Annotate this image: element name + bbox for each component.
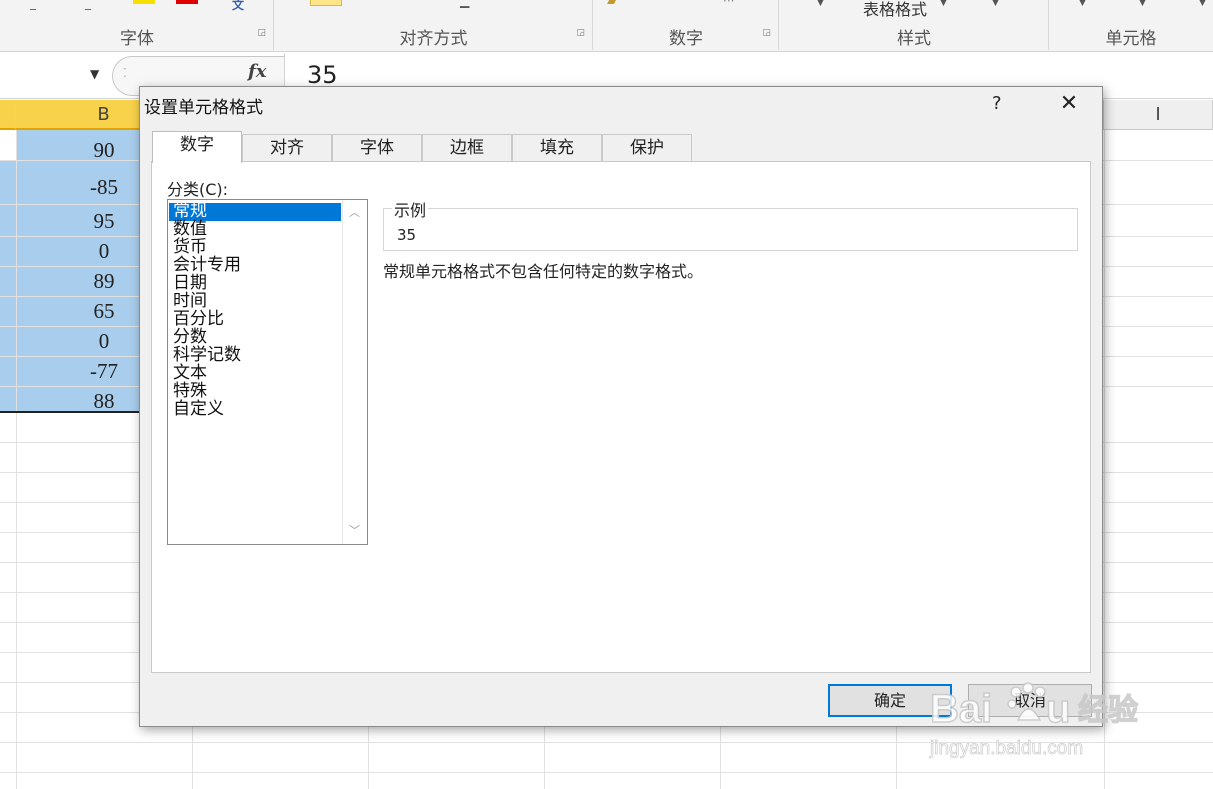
phonetic-icon[interactable]: 文 <box>232 0 244 13</box>
selection-range-a <box>0 160 16 412</box>
underline-icon[interactable]: _ <box>30 0 36 10</box>
help-button[interactable]: ? <box>992 93 1002 114</box>
sample-box <box>383 208 1078 251</box>
category-scrollbar[interactable]: ︿ ﹀ <box>342 200 367 544</box>
category-label: 分类(C): <box>167 180 229 199</box>
dialog-launcher-icon[interactable]: ◲ <box>257 28 266 38</box>
watermark: Bai u 经验 jingyan.baidu.com <box>928 678 1168 768</box>
chevron-down-icon[interactable]: ▼ <box>1139 0 1146 8</box>
format-description: 常规单元格格式不包含任何特定的数字格式。 <box>383 262 704 281</box>
tab-number[interactable]: 数字 <box>152 131 242 163</box>
wrap-text-icon[interactable] <box>310 0 342 6</box>
close-button[interactable]: ✕ <box>1056 89 1082 119</box>
ribbon: _ _ 文 字体 ◲ ▁ 对齐方式 ◲ ▰ ··· 数字 ◲ ▼ 表格格式 ▼ <box>0 0 1213 52</box>
ribbon-group-label: 对齐方式 <box>399 29 468 49</box>
svg-text:经验: 经验 <box>1078 693 1138 728</box>
chevron-down-icon[interactable]: ▼ <box>1079 0 1086 8</box>
ribbon-group-styles: ▼ 表格格式 ▼ ▼ 样式 <box>779 0 1049 52</box>
tab-alignment[interactable]: 对齐 <box>242 134 332 162</box>
tab-border[interactable]: 边框 <box>422 134 512 162</box>
dialog-title: 设置单元格格式 <box>144 98 263 118</box>
ribbon-group-label: 数字 <box>669 29 703 49</box>
scroll-down-icon[interactable]: ﹀ <box>349 522 360 538</box>
highlight-color-icon[interactable] <box>133 0 155 4</box>
ribbon-group-font: _ _ 文 字体 ◲ <box>0 0 274 52</box>
category-item-custom[interactable]: 自定义 <box>169 401 341 419</box>
column-header-a[interactable] <box>0 100 16 130</box>
border-icon[interactable]: _ <box>85 0 91 10</box>
font-color-icon[interactable] <box>176 0 198 4</box>
ribbon-group-alignment: ▁ 对齐方式 ◲ <box>274 0 593 52</box>
scroll-up-icon[interactable]: ︿ <box>349 204 360 220</box>
watermark-url: jingyan.baidu.com <box>929 738 1083 759</box>
decimal-icon[interactable]: ··· <box>723 0 734 8</box>
merge-icon[interactable]: ▁ <box>460 0 469 8</box>
chevron-down-icon[interactable]: ▼ <box>992 0 999 8</box>
ribbon-group-number: ▰ ··· 数字 ◲ <box>593 0 779 52</box>
formula-input[interactable]: 35 <box>307 61 338 89</box>
svg-text:Bai: Bai <box>930 687 992 731</box>
watermark-logo: Bai u 经验 jingyan.baidu.com <box>929 682 1139 759</box>
category-list[interactable]: 常规 数值 货币 会计专用 日期 时间 百分比 分数 科学记数 文本 特殊 自定… <box>167 199 368 545</box>
column-header-i[interactable]: I <box>1104 100 1213 130</box>
sample-value: 35 <box>397 226 417 244</box>
drag-handle-icon[interactable]: ⁚ <box>123 66 127 80</box>
ribbon-group-label: 样式 <box>897 29 931 49</box>
format-cells-dialog: 设置单元格格式 ? ✕ 数字 对齐 字体 边框 填充 保护 分类(C): 常规 … <box>139 86 1103 727</box>
currency-icon[interactable]: ▰ <box>607 0 616 8</box>
insert-function-icon[interactable]: fx <box>248 61 266 82</box>
sample-label: 示例 <box>392 197 429 221</box>
chevron-down-icon[interactable]: ▼ <box>940 0 947 8</box>
dialog-launcher-icon[interactable]: ◲ <box>762 28 771 38</box>
chevron-down-icon[interactable]: ▼ <box>817 0 824 8</box>
tab-protection[interactable]: 保护 <box>602 134 692 162</box>
name-box-dropdown-icon[interactable]: ▼ <box>90 67 99 81</box>
ribbon-group-label: 字体 <box>120 29 154 49</box>
format-as-table-label[interactable]: 表格格式 <box>863 0 927 20</box>
tab-font[interactable]: 字体 <box>332 134 422 162</box>
tab-fill[interactable]: 填充 <box>512 134 602 162</box>
dialog-launcher-icon[interactable]: ◲ <box>576 28 585 38</box>
ribbon-group-label: 单元格 <box>1105 29 1157 49</box>
chevron-down-icon[interactable]: ▼ <box>1199 0 1206 8</box>
ribbon-group-cells: ▼ ▼ ▼ 单元格 <box>1049 0 1213 52</box>
number-tab-panel: 分类(C): 常规 数值 货币 会计专用 日期 时间 百分比 分数 科学记数 文… <box>151 161 1091 673</box>
svg-text:u: u <box>1046 687 1070 731</box>
